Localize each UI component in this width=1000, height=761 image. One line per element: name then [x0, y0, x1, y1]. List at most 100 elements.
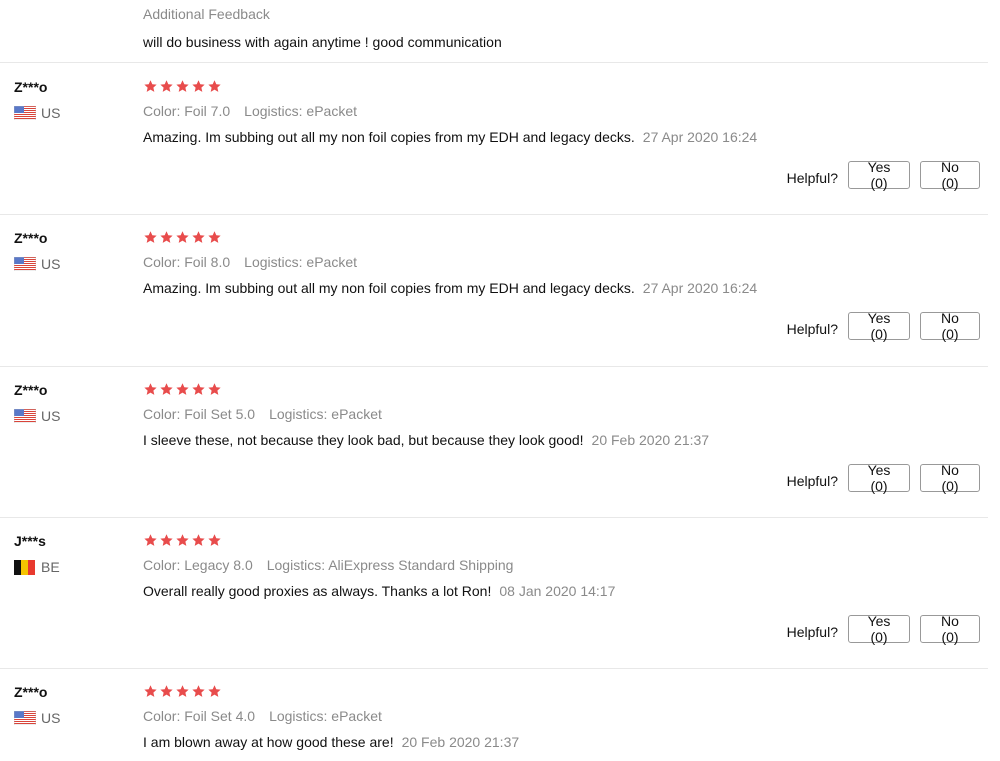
review-date: 27 Apr 2020 16:24 — [642, 129, 758, 145]
helpful-label: Helpful? — [786, 473, 838, 489]
review-meta: Color: Legacy 8.0 Logistics: AliExpress S… — [143, 557, 513, 573]
helpful-no-button[interactable]: No (0) — [920, 613, 980, 645]
reviewer-name: Z***o — [14, 230, 48, 246]
star-rating — [143, 230, 222, 246]
review-meta: Color: Foil 7.0 Logistics: ePacket — [143, 103, 357, 119]
country-code: BE — [41, 559, 60, 575]
helpful-yes-button[interactable]: Yes (0) — [848, 159, 910, 191]
star-icon — [144, 685, 157, 697]
review-meta: Color: Foil 8.0 Logistics: ePacket — [143, 254, 357, 270]
logistics-method: Logistics: ePacket — [269, 708, 382, 724]
star-icon — [192, 383, 205, 395]
star-icon — [192, 80, 205, 92]
logistics-method: Logistics: ePacket — [244, 103, 357, 119]
review-meta: Color: Foil Set 5.0 Logistics: ePacket — [143, 406, 382, 422]
helpful-controls: Helpful? Yes (0) No (0) — [786, 462, 980, 494]
star-icon — [176, 534, 189, 546]
helpful-no-button[interactable]: No (0) — [920, 310, 980, 342]
reviewer-country: BE — [14, 559, 60, 575]
logistics-method: Logistics: AliExpress Standard Shipping — [266, 557, 514, 573]
review-date: 27 Apr 2020 16:24 — [642, 280, 758, 296]
review-item: Z***o US Color: Foil Set 5.0 Logistics: ePa… — [0, 366, 988, 518]
review-text-line: Amazing. Im subbing out all my non foil … — [143, 280, 757, 296]
us-flag-icon — [13, 256, 37, 272]
star-rating — [143, 382, 222, 398]
helpful-no-button[interactable]: No (0) — [920, 159, 980, 191]
review-text: I am blown away at how good these are! — [143, 734, 394, 750]
helpful-label: Helpful? — [786, 170, 838, 186]
star-rating — [143, 533, 222, 549]
helpful-label: Helpful? — [786, 624, 838, 640]
country-code: US — [41, 408, 61, 424]
review-text-line: I sleeve these, not because they look ba… — [143, 432, 709, 448]
helpful-controls: Helpful? Yes (0) No (0) — [786, 159, 980, 191]
reviewer-name: J***s — [14, 533, 46, 549]
reviewer-name: Z***o — [14, 382, 48, 398]
helpful-yes-button[interactable]: Yes (0) — [848, 462, 910, 494]
reviewer-country: US — [13, 408, 61, 424]
be-flag-icon — [14, 560, 36, 575]
star-icon — [176, 685, 189, 697]
review-item: Z***o US Color: Foil 7.0 Logistics: ePacket… — [0, 63, 988, 215]
helpful-yes-button[interactable]: Yes (0) — [848, 613, 910, 645]
star-icon — [144, 534, 157, 546]
helpful-controls: Helpful? Yes (0) No (0) — [786, 310, 980, 342]
review-text: Amazing. Im subbing out all my non foil … — [143, 280, 635, 296]
review-meta: Color: Foil Set 4.0 Logistics: ePacket — [143, 708, 382, 724]
logistics-method: Logistics: ePacket — [244, 254, 357, 270]
helpful-label: Helpful? — [786, 321, 838, 337]
star-icon — [160, 383, 173, 395]
reviewer-name: Z***o — [14, 79, 48, 95]
product-color: Color: Legacy 8.0 — [143, 557, 253, 573]
reviewer-country: US — [13, 710, 60, 726]
review-text: Overall really good proxies as always. T… — [143, 583, 492, 599]
us-flag-icon — [13, 408, 37, 424]
review-text: I sleeve these, not because they look ba… — [143, 432, 584, 448]
review-date: 08 Jan 2020 14:17 — [499, 583, 616, 599]
review-item: Z***o US Color: Foil Set 4.0 Logistics: ePa… — [0, 668, 988, 761]
review-date: 20 Feb 2020 21:37 — [591, 432, 710, 448]
review-text-line: I am blown away at how good these are! 20… — [143, 734, 519, 750]
product-color: Color: Foil Set 4.0 — [143, 708, 256, 724]
review-text-line: Overall really good proxies as always. T… — [143, 583, 615, 599]
star-icon — [160, 534, 173, 546]
additional-feedback-text: will do business with again anytime ! go… — [143, 34, 502, 50]
star-icon — [208, 231, 221, 243]
star-icon — [144, 383, 157, 395]
product-color: Color: Foil Set 5.0 — [143, 406, 256, 422]
review-text-line: Amazing. Im subbing out all my non foil … — [143, 129, 757, 145]
additional-feedback-label: Additional Feedback — [143, 6, 270, 22]
us-flag-icon — [13, 710, 37, 726]
star-icon — [192, 534, 205, 546]
logistics-method: Logistics: ePacket — [269, 406, 382, 422]
star-icon — [208, 383, 221, 395]
star-icon — [208, 80, 221, 92]
star-icon — [208, 685, 221, 697]
helpful-no-button[interactable]: No (0) — [920, 462, 980, 494]
product-color: Color: Foil 8.0 — [143, 254, 231, 270]
star-icon — [192, 231, 205, 243]
country-code: US — [41, 105, 61, 121]
star-icon — [144, 231, 157, 243]
helpful-controls: Helpful? Yes (0) No (0) — [786, 613, 980, 645]
star-rating — [143, 684, 222, 700]
product-color: Color: Foil 7.0 — [143, 103, 231, 119]
star-icon — [192, 685, 205, 697]
review-item: Z***o US Color: Foil 8.0 Logistics: ePacket… — [0, 214, 988, 367]
reviewer-country: US — [13, 105, 61, 121]
star-icon — [176, 231, 189, 243]
review-item: J***s BE Color: Legacy 8.0 Logistics: AliEx… — [0, 517, 988, 669]
star-icon — [160, 685, 173, 697]
star-icon — [176, 80, 189, 92]
reviewer-country: US — [13, 256, 61, 272]
helpful-yes-button[interactable]: Yes (0) — [848, 310, 910, 342]
reviewer-name: Z***o — [14, 684, 48, 700]
star-icon — [160, 231, 173, 243]
star-icon — [144, 80, 157, 92]
review-text: Amazing. Im subbing out all my non foil … — [143, 129, 635, 145]
country-code: US — [41, 256, 61, 272]
additional-feedback-section: Additional Feedback will do business wit… — [0, 0, 988, 63]
review-date: 20 Feb 2020 21:37 — [401, 734, 520, 750]
star-icon — [160, 80, 173, 92]
star-icon — [208, 534, 221, 546]
